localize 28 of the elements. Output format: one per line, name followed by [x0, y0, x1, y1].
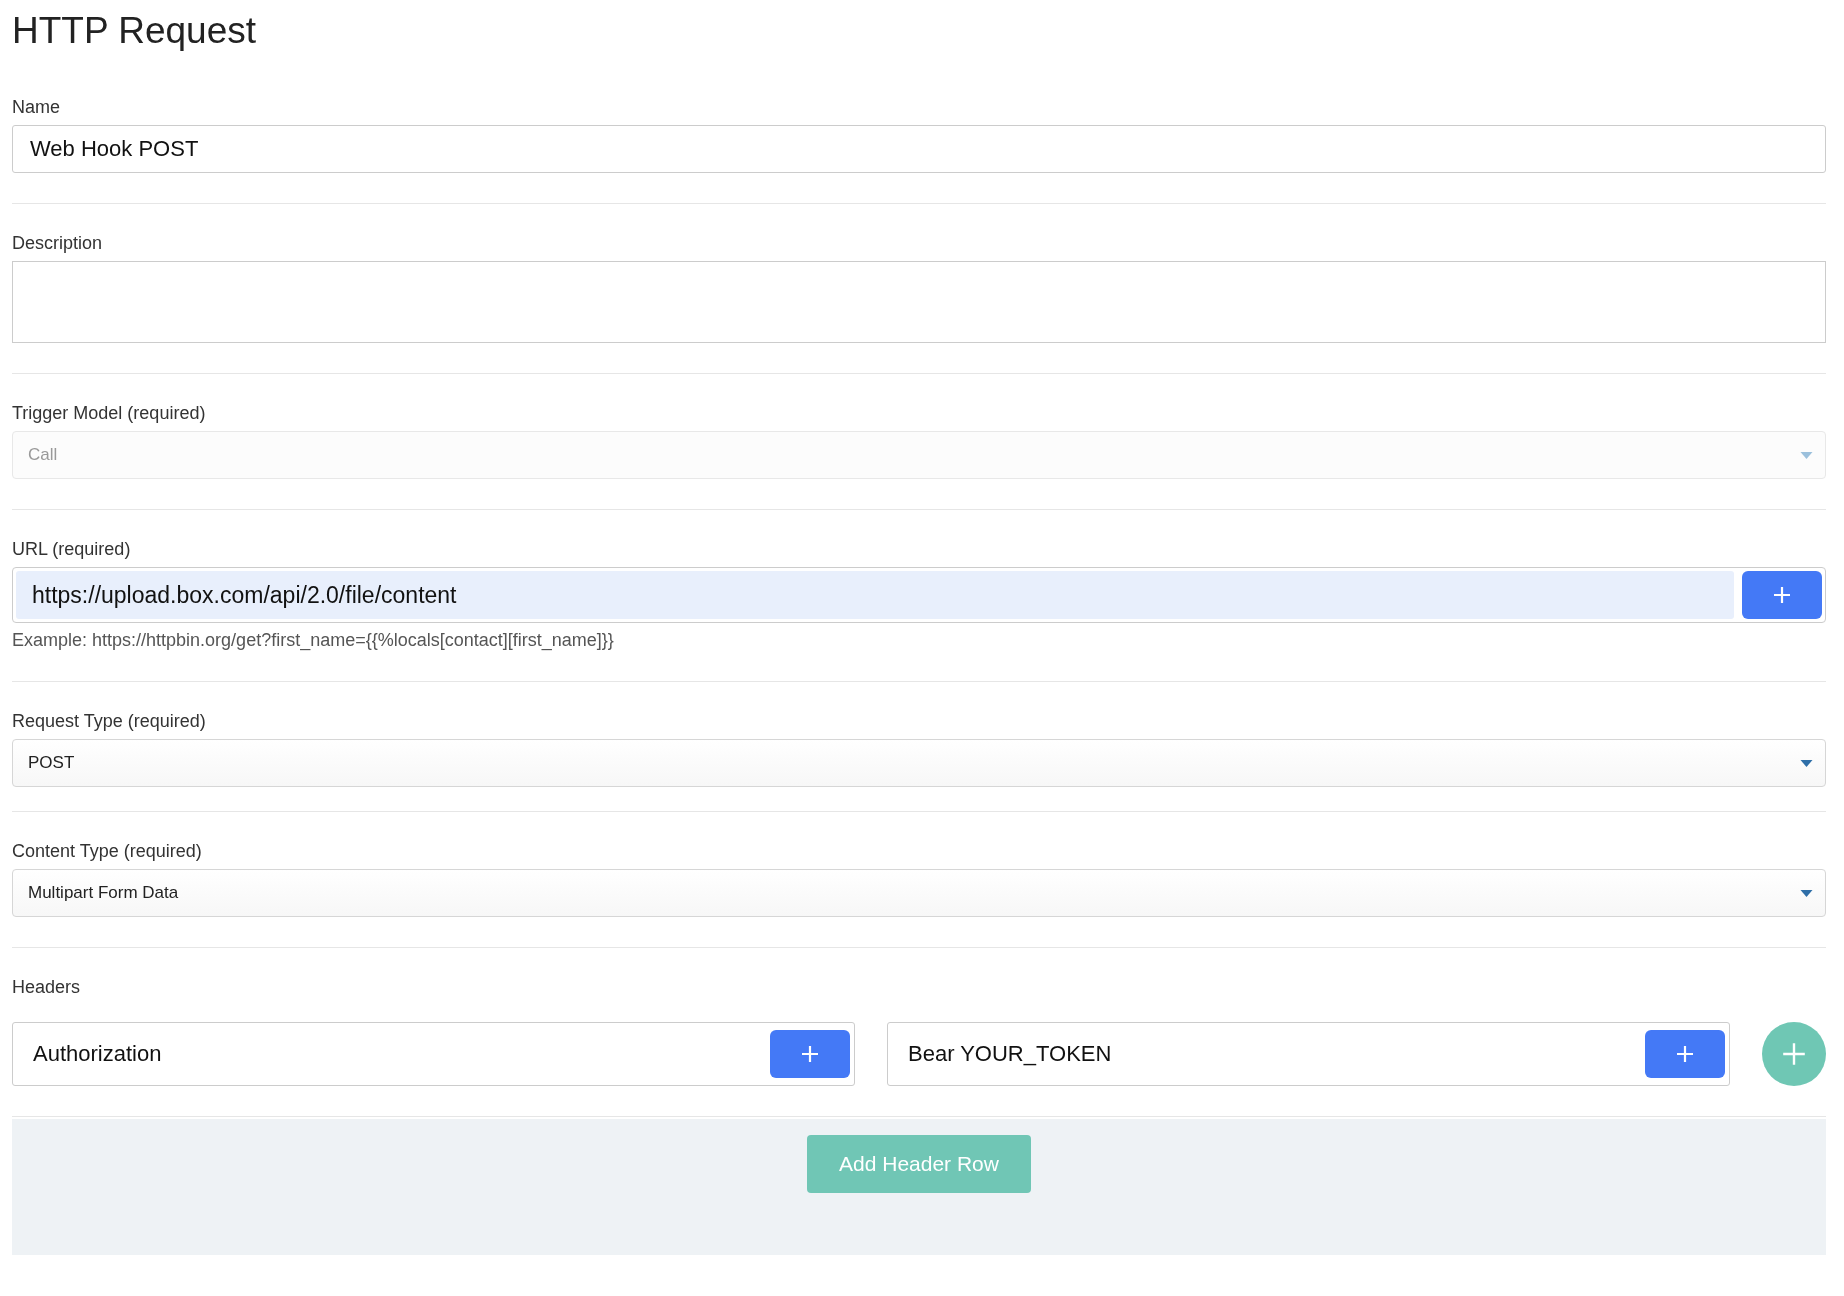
dropdown[interactable]: POST: [12, 739, 1826, 787]
dropdown-value: Multipart Form Data: [28, 883, 180, 903]
field-label: Name: [12, 96, 61, 118]
add-button[interactable]: [1742, 571, 1822, 619]
caret-icon: [1800, 759, 1813, 767]
caret-icon: [1800, 451, 1813, 459]
help-text: Example: https://httpbin.org/get?first_name={{%locals[contact][first_name]}}: [12, 629, 615, 651]
page-title: HTTP Request: [12, 9, 258, 53]
plus-icon: [1782, 1042, 1806, 1066]
dropdown[interactable]: Multipart Form Data: [12, 869, 1826, 917]
field-label: Request Type (required): [12, 710, 207, 732]
url-field[interactable]: https://upload.box.com/api/2.0/file/content: [12, 567, 1826, 623]
dropdown-value: POST: [28, 753, 76, 773]
add-button[interactable]: [770, 1030, 850, 1078]
header-field[interactable]: Authorization: [12, 1022, 855, 1086]
caret-icon: [1800, 889, 1813, 897]
field-label: Content Type (required): [12, 840, 203, 862]
field-label: Headers: [12, 976, 82, 998]
add-button[interactable]: [1645, 1030, 1725, 1078]
text-field[interactable]: Web Hook POST: [12, 125, 1826, 173]
field-label: URL (required): [12, 538, 132, 560]
plus-icon: [1675, 1044, 1695, 1064]
header-field[interactable]: Bear YOUR_TOKEN: [887, 1022, 1730, 1086]
plus-icon: [800, 1044, 820, 1064]
plus-icon: [1772, 585, 1792, 605]
field-label: Trigger Model (required): [12, 402, 207, 424]
dropdown-value: Call: [28, 445, 59, 465]
field-label: Description: [12, 232, 104, 254]
